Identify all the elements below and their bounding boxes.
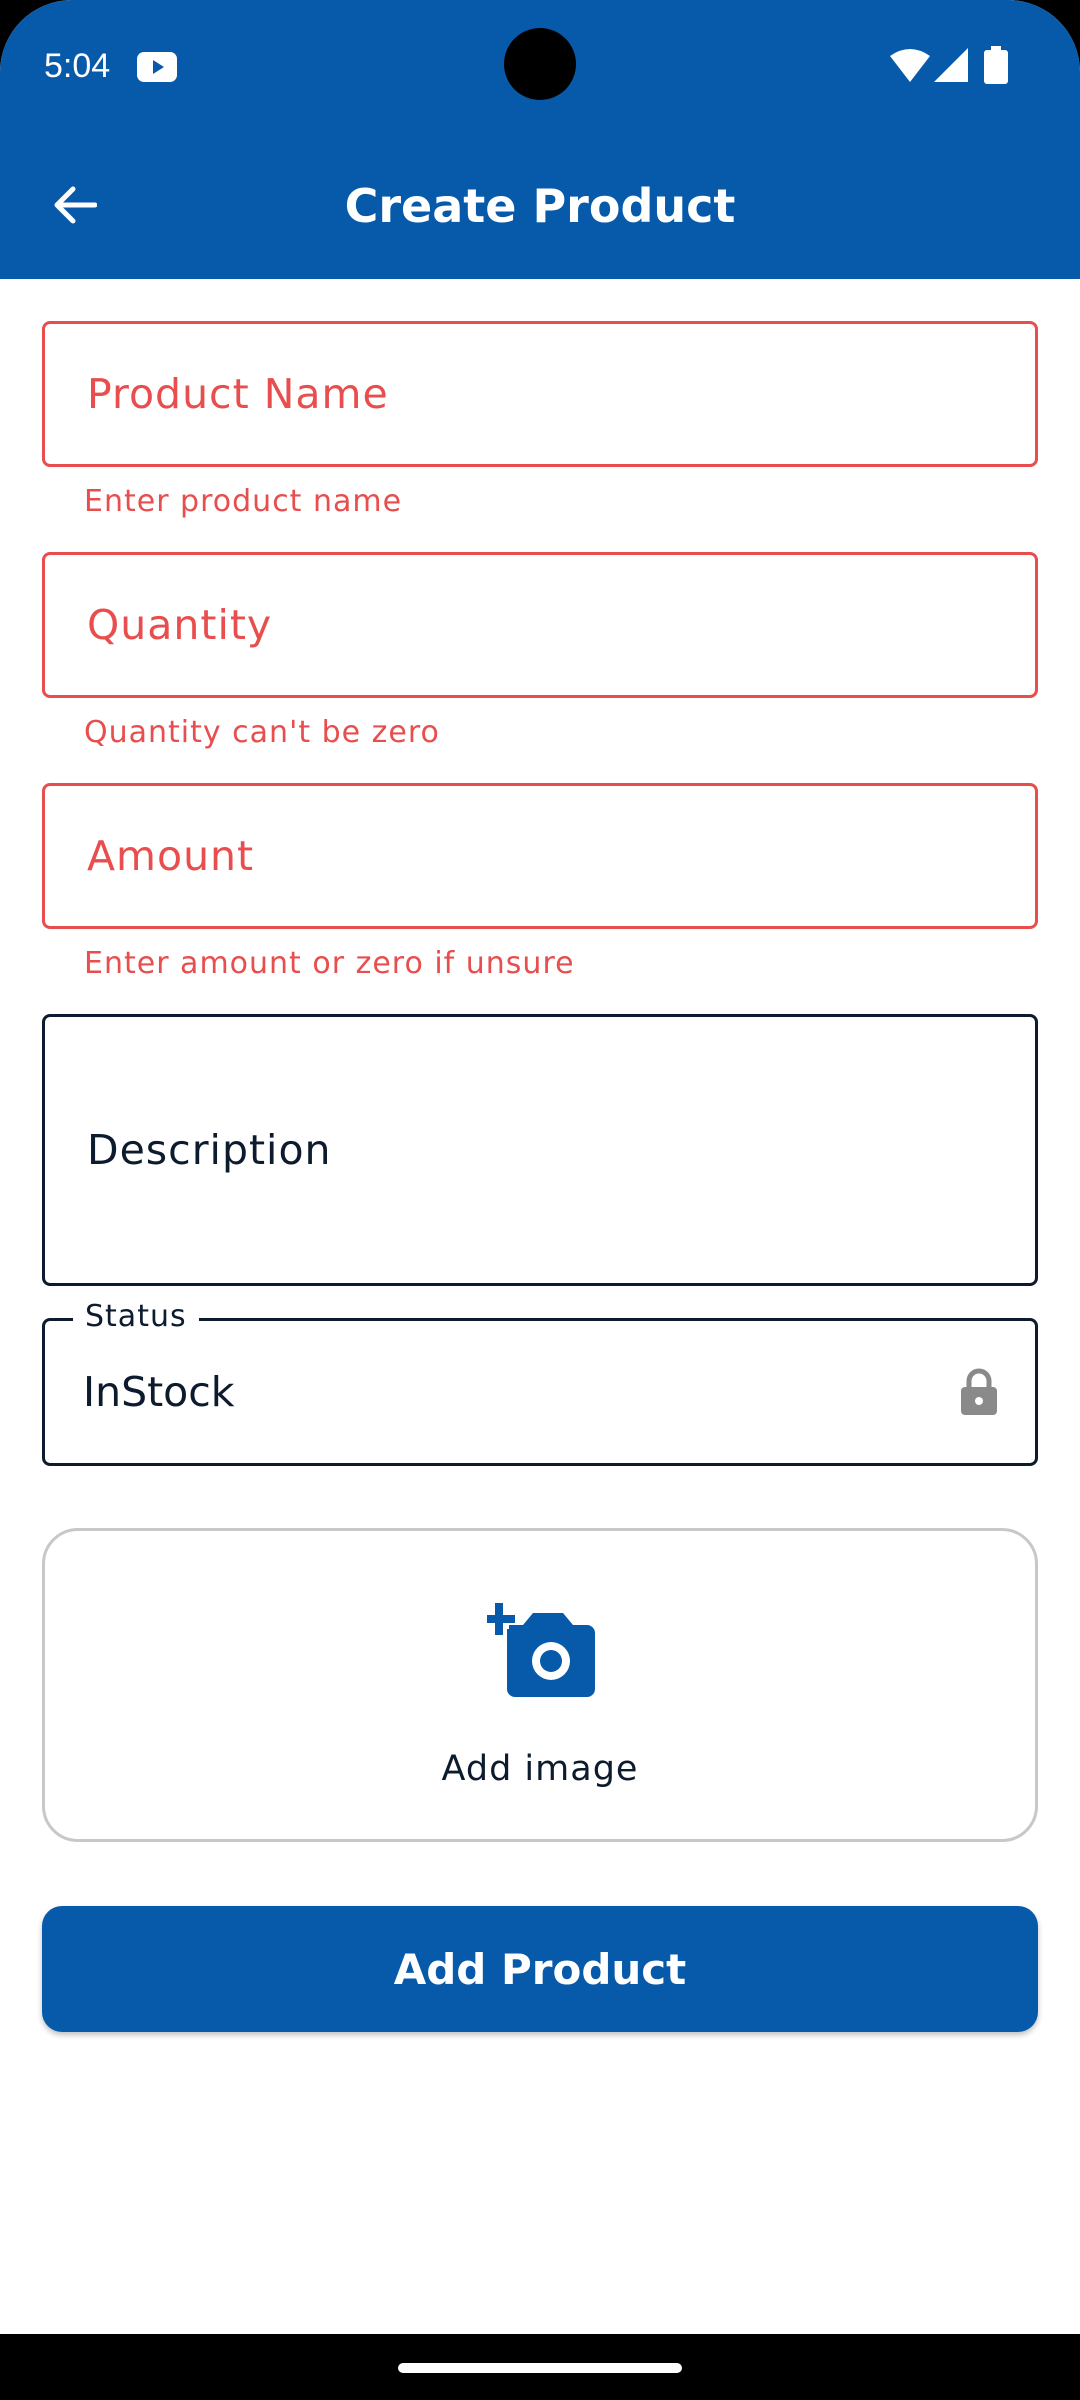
status-value: InStock bbox=[83, 1368, 235, 1416]
product-name-field[interactable]: Product Name bbox=[42, 321, 1038, 467]
status-field[interactable]: Status InStock bbox=[42, 1297, 1038, 1466]
battery-icon bbox=[984, 46, 1008, 84]
quantity-field[interactable]: Quantity bbox=[42, 552, 1038, 698]
top-app-bar: 5:04 Create Product bbox=[0, 0, 1080, 279]
status-time: 5:04 bbox=[44, 47, 111, 85]
wifi-icon bbox=[890, 49, 930, 82]
signal-icon bbox=[934, 48, 968, 82]
page-title: Create Product bbox=[344, 179, 736, 233]
product-name-placeholder: Product Name bbox=[87, 370, 389, 418]
add-photo-icon bbox=[487, 1603, 595, 1697]
app-screen: 5:04 Create Product Product Name Enter p… bbox=[0, 0, 1080, 2334]
youtube-icon bbox=[137, 52, 177, 82]
amount-error: Enter amount or zero if unsure bbox=[84, 946, 575, 981]
add-product-button[interactable]: Add Product bbox=[42, 1906, 1038, 2032]
add-image-box[interactable]: Add image bbox=[42, 1528, 1038, 1842]
camera-cutout bbox=[504, 28, 576, 100]
product-name-error: Enter product name bbox=[84, 484, 403, 519]
amount-placeholder: Amount bbox=[87, 832, 255, 880]
description-field[interactable]: Description bbox=[42, 1014, 1038, 1286]
amount-field[interactable]: Amount bbox=[42, 783, 1038, 929]
quantity-error: Quantity can't be zero bbox=[84, 715, 440, 750]
quantity-placeholder: Quantity bbox=[87, 601, 273, 649]
lock-icon bbox=[961, 1368, 997, 1415]
add-image-label: Add image bbox=[441, 1749, 639, 1789]
description-placeholder: Description bbox=[87, 1126, 332, 1174]
gesture-navigation-bar[interactable] bbox=[398, 2363, 682, 2373]
status-label: Status bbox=[73, 1297, 199, 1337]
